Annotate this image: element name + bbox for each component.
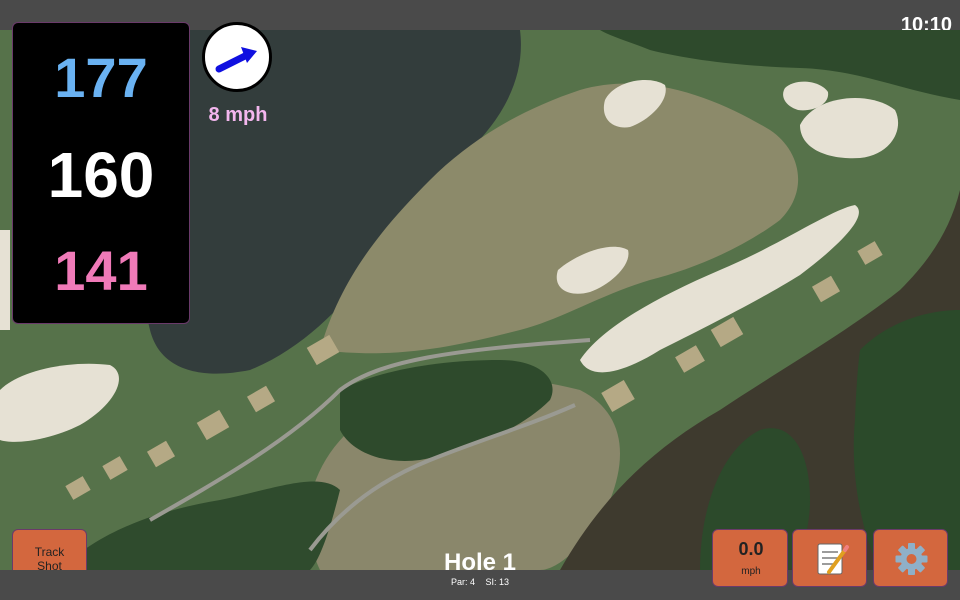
speed-unit: mph — [741, 566, 761, 577]
arrow-icon — [215, 47, 257, 73]
settings-button[interactable] — [873, 529, 948, 587]
track-shot-label-line1: Track — [34, 545, 65, 559]
distance-middle: 160 — [47, 139, 155, 211]
hole-par: Par: 4 — [450, 577, 475, 587]
notepad-icon — [817, 543, 849, 575]
speed-value: 0.0 — [738, 539, 764, 559]
distance-front: 141 — [54, 239, 148, 302]
hole-si: SI: 13 — [485, 577, 510, 587]
wind-direction-dial — [202, 22, 272, 92]
bunker-left-top — [0, 230, 10, 330]
notes-button[interactable] — [792, 529, 867, 587]
distance-back: 177 — [54, 46, 148, 109]
wind-speed: 8 mph — [208, 104, 268, 126]
distance-panel: 177 160 141 — [12, 22, 190, 324]
hole-title: Hole 1 — [443, 549, 517, 576]
gear-icon — [895, 543, 928, 575]
speed-button[interactable]: 0.0 mph — [712, 529, 788, 587]
hole-info: Par: 4 SI: 13 — [380, 577, 580, 587]
